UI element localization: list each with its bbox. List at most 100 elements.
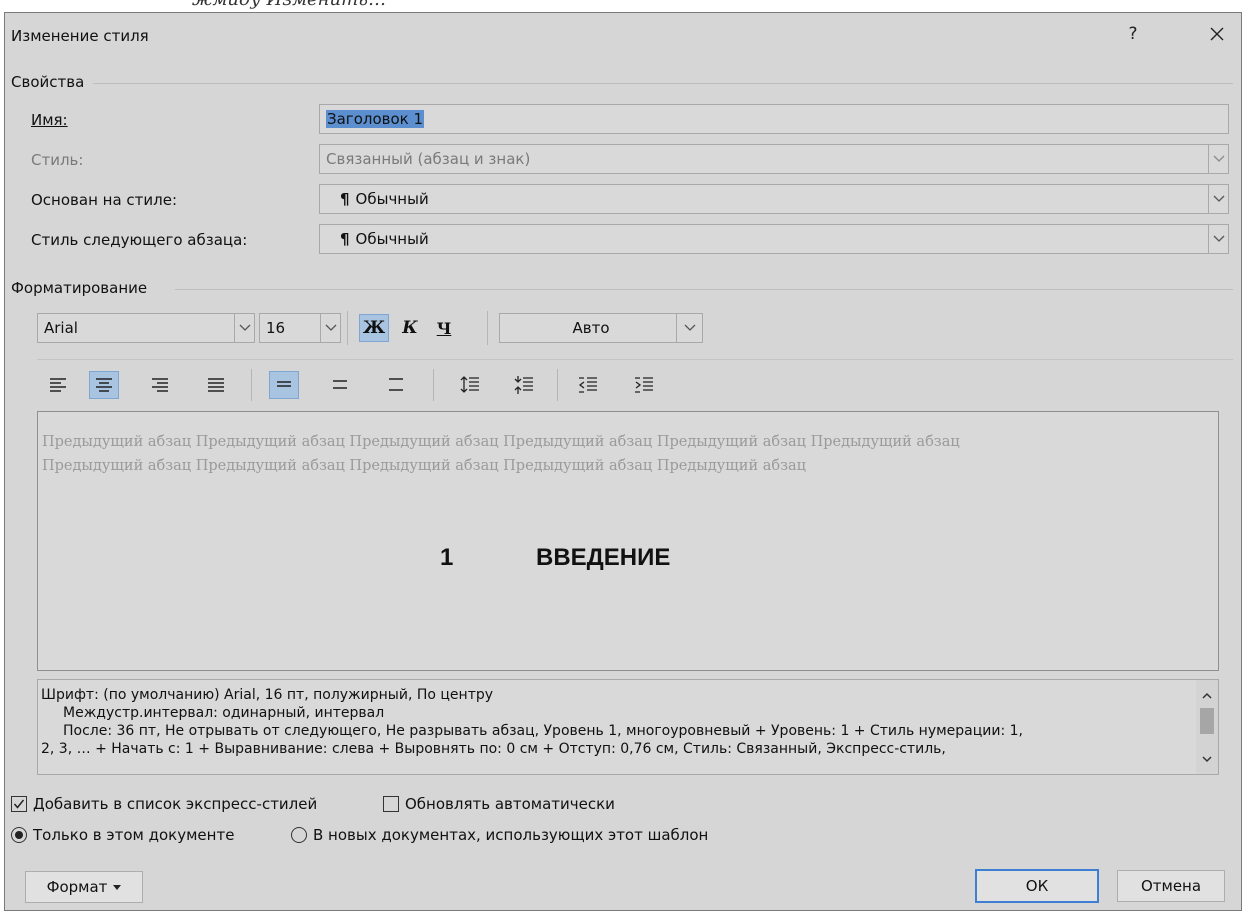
single-spacing-button[interactable] — [269, 371, 299, 399]
description-text: Шрифт: (по умолчанию) Arial, 16 пт, полу… — [41, 686, 1191, 758]
style-type-value: Связанный (абзац и знак) — [326, 150, 531, 168]
chevron-down-icon[interactable] — [320, 314, 340, 342]
auto-update-label: Обновлять автоматически — [405, 795, 615, 813]
name-label: Имя: — [31, 111, 68, 129]
next-style-select[interactable]: ¶ Обычный — [319, 224, 1229, 254]
heading-sample-text: ВВЕДЕНИЕ — [536, 544, 671, 571]
align-center-icon — [96, 378, 112, 392]
bold-icon: Ж — [362, 318, 386, 338]
onehalf-spacing-icon — [333, 380, 347, 389]
scroll-up-icon[interactable] — [1196, 686, 1218, 704]
caret-down-icon — [113, 884, 122, 890]
new-documents-radio[interactable] — [291, 827, 307, 843]
space-before-button[interactable] — [455, 371, 485, 399]
align-justify-button[interactable] — [201, 371, 231, 399]
align-left-button[interactable] — [43, 371, 73, 399]
add-quick-styles-option[interactable]: Добавить в список экспресс-стилей — [11, 795, 317, 813]
italic-icon: К — [402, 318, 418, 338]
toolbar-divider — [37, 359, 1233, 360]
next-style-label: Стиль следующего абзаца: — [31, 231, 248, 249]
auto-update-option[interactable]: Обновлять автоматически — [383, 795, 615, 813]
auto-update-checkbox[interactable] — [383, 796, 399, 812]
font-size-select[interactable]: 16 — [259, 313, 341, 343]
increase-indent-button[interactable] — [629, 371, 659, 399]
next-style-value: Обычный — [355, 230, 429, 248]
style-preview: Предыдущий абзац Предыдущий абзац Предыд… — [37, 411, 1219, 671]
space-before-icon — [460, 376, 479, 393]
space-after-button[interactable] — [509, 371, 539, 399]
decrease-indent-button[interactable] — [573, 371, 603, 399]
chevron-down-icon[interactable] — [234, 314, 254, 342]
name-value: Заголовок 1 — [326, 110, 425, 128]
name-label-text: Имя: — [31, 111, 68, 129]
align-center-button[interactable] — [89, 371, 119, 399]
only-this-document-option[interactable]: Только в этом документе — [11, 826, 234, 844]
italic-button[interactable]: К — [395, 314, 425, 342]
paragraph-icon: ¶ — [340, 230, 350, 248]
help-button[interactable]: ? — [1115, 19, 1151, 49]
font-value: Arial — [44, 319, 78, 337]
format-button-label: Формат — [46, 878, 108, 896]
chevron-down-icon[interactable] — [676, 314, 702, 342]
checkmark-icon — [13, 799, 25, 809]
increase-indent-icon — [635, 377, 653, 393]
name-field[interactable]: Заголовок 1 — [319, 104, 1229, 134]
bold-button[interactable]: Ж — [359, 314, 389, 342]
formatting-divider — [175, 289, 1233, 290]
description-line: Шрифт: (по умолчанию) Arial, 16 пт, полу… — [41, 687, 494, 703]
chevron-down-icon[interactable] — [1208, 225, 1228, 253]
toolbar-separator — [433, 369, 434, 401]
radio-dot — [15, 831, 23, 839]
font-size-value: 16 — [266, 319, 286, 337]
align-justify-icon — [208, 378, 224, 392]
onehalf-spacing-button[interactable] — [325, 371, 355, 399]
description-scrollbar[interactable] — [1196, 680, 1218, 774]
add-quick-styles-label: Добавить в список экспресс-стилей — [33, 795, 318, 813]
underline-icon: Ч — [436, 318, 452, 338]
new-documents-option[interactable]: В новых документах, использующих этот ша… — [291, 826, 708, 844]
double-spacing-icon — [389, 378, 403, 391]
ok-button[interactable]: ОК — [975, 869, 1099, 903]
based-on-select[interactable]: ¶ Обычный — [319, 184, 1229, 214]
dialog-title: Изменение стиля — [11, 27, 149, 45]
scroll-down-icon[interactable] — [1196, 750, 1218, 768]
document-backdrop: жмиду Изменить… — [0, 0, 1246, 12]
cancel-button[interactable]: Отмена — [1117, 870, 1225, 902]
properties-divider — [93, 83, 1233, 84]
style-type-select[interactable]: Связанный (абзац и знак) — [319, 144, 1229, 174]
modify-style-dialog: Изменение стиля ? Свойства Имя: Заголово… — [4, 12, 1242, 911]
font-color-value: Авто — [572, 319, 610, 337]
only-this-document-radio[interactable] — [11, 827, 27, 843]
double-spacing-button[interactable] — [381, 371, 411, 399]
formatting-group-title: Форматирование — [11, 279, 148, 297]
align-right-button[interactable] — [145, 371, 175, 399]
based-on-value: Обычный — [355, 190, 429, 208]
description-line: Междустр.интервал: одинарный, интервал — [63, 705, 385, 721]
align-left-icon — [50, 378, 66, 392]
close-button[interactable] — [1199, 19, 1235, 49]
font-color-select[interactable]: Авто — [499, 313, 703, 343]
toolbar-separator — [487, 311, 488, 345]
paragraph-icon: ¶ — [340, 190, 350, 208]
underline-button[interactable]: Ч — [429, 314, 459, 342]
style-type-label: Стиль: — [31, 151, 84, 169]
description-line: 2, 3, … + Начать с: 1 + Выравнивание: сл… — [41, 741, 946, 757]
space-after-icon — [514, 376, 533, 394]
add-quick-styles-checkbox[interactable] — [11, 796, 27, 812]
format-button[interactable]: Формат — [25, 871, 143, 903]
align-right-icon — [152, 378, 168, 392]
scroll-thumb[interactable] — [1200, 708, 1214, 734]
chevron-down-icon[interactable] — [1208, 185, 1228, 213]
description-line: После: 36 пт, Не отрывать от следующего,… — [63, 723, 1023, 739]
heading-number: 1 — [440, 544, 454, 571]
properties-group-title: Свойства — [11, 73, 85, 91]
chevron-down-icon — [1208, 145, 1228, 173]
toolbar-separator — [251, 369, 252, 401]
decrease-indent-icon — [578, 377, 597, 393]
previous-paragraph-sample: Предыдущий абзац Предыдущий абзац Предыд… — [42, 434, 960, 474]
toolbar-separator — [347, 311, 348, 345]
backdrop-text: жмиду Изменить… — [192, 0, 386, 10]
font-select[interactable]: Arial — [37, 313, 255, 343]
single-spacing-icon — [277, 381, 291, 387]
based-on-label: Основан на стиле: — [31, 191, 178, 209]
